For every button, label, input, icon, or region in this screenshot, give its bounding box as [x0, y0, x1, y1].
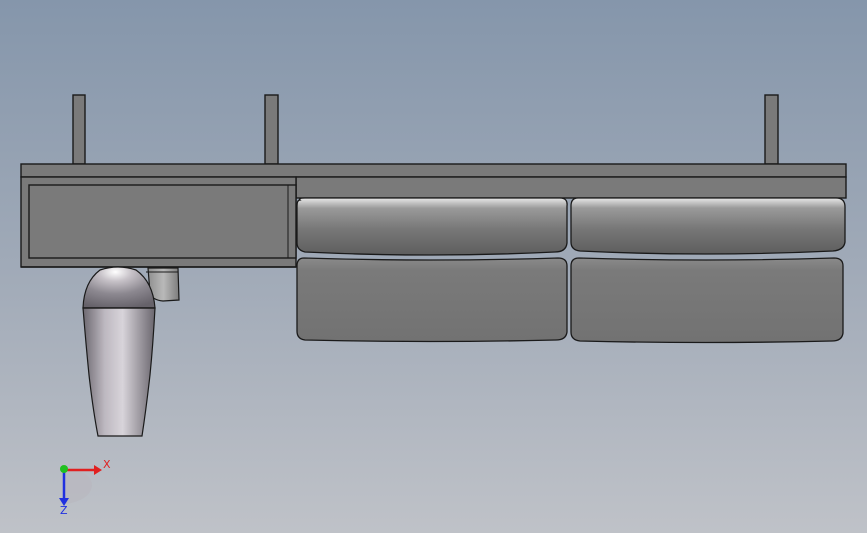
model-canvas[interactable]: X Z — [0, 0, 867, 533]
cushion-bottom-left[interactable] — [296, 257, 568, 343]
pendant-cap[interactable] — [82, 266, 156, 309]
axis-z-label: Z — [60, 504, 68, 517]
top-beam[interactable] — [20, 163, 847, 178]
cushion-top-left[interactable] — [296, 197, 568, 256]
post-middle[interactable] — [264, 94, 279, 165]
graphics-viewport[interactable]: X Z — [0, 0, 867, 533]
axis-x-label: X — [103, 458, 111, 471]
cushion-bottom-right[interactable] — [570, 257, 844, 344]
axis-x-arrow — [94, 465, 102, 475]
post-right[interactable] — [764, 94, 779, 165]
left-box-panel[interactable] — [28, 184, 297, 259]
right-frame[interactable] — [295, 176, 847, 199]
pendant-body[interactable] — [82, 307, 156, 437]
coordinate-triad-icon: X Z — [59, 458, 111, 517]
axis-y-dot — [60, 465, 68, 473]
post-left[interactable] — [72, 94, 86, 165]
cushion-top-right[interactable] — [570, 197, 846, 255]
